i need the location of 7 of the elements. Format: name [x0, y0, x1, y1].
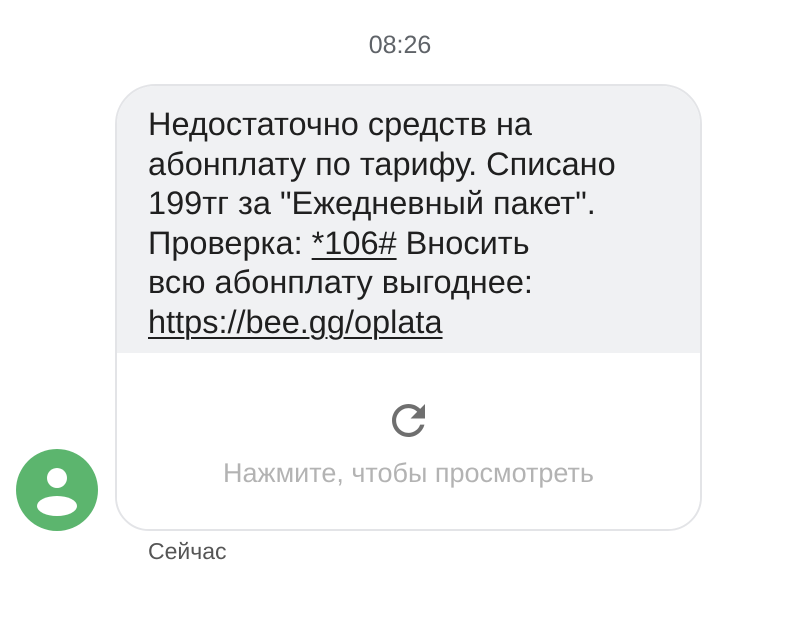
- message-text: Недостаточно средств на абонплату по тарифу. Списано 199тг за "Ежедневный пакет". Проверка: *106# Вносить всю абонплату выгоднее: https://bee.gg/oplata: [148, 105, 617, 342]
- refresh-icon: [392, 404, 425, 437]
- message-link[interactable]: https://bee.gg/oplata: [148, 304, 443, 340]
- message-time: 08:26: [368, 31, 432, 59]
- message-link[interactable]: *106#: [312, 224, 397, 260]
- sent-status: Сейчас: [148, 537, 227, 565]
- contact-avatar-icon[interactable]: [16, 449, 98, 531]
